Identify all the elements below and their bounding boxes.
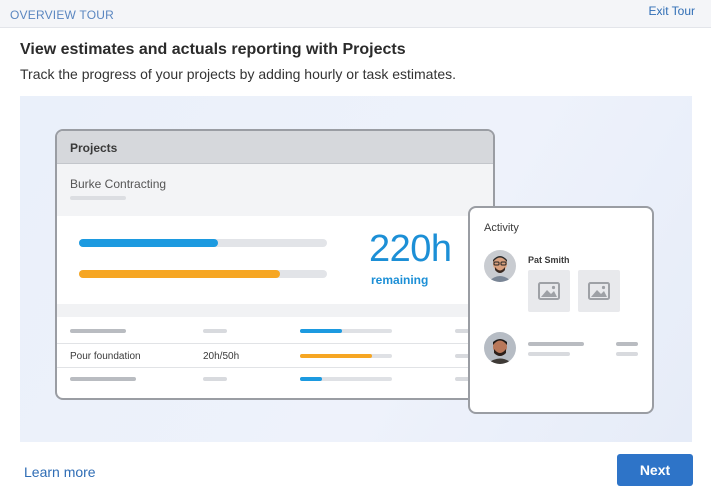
client-name: Burke Contracting [70,177,167,191]
task-placeholder [70,329,126,333]
hours-progress-fill [79,239,218,247]
task-name: Pour foundation [70,351,141,362]
budget-progress-track [79,270,327,278]
activity-card-title: Activity [484,222,519,234]
task-progress-track [300,354,392,358]
activity-user-name: Pat Smith [528,255,570,265]
hours-placeholder [203,329,227,333]
projects-card: Projects Burke Contracting 220h remainin… [55,129,495,400]
task-placeholder [70,377,136,381]
task-progress-fill [300,354,372,358]
tour-label: OVERVIEW TOUR [10,8,114,22]
projects-card-header: Projects [57,131,493,164]
image-placeholder-icon [578,270,620,312]
remaining-hours-value: 220h [369,228,452,270]
projects-card-title: Projects [70,141,118,155]
client-placeholder-line [70,196,126,200]
tour-topbar: OVERVIEW TOUR Exit Tour [0,0,711,28]
hours-placeholder [203,377,227,381]
task-hours: 20h/50h [203,351,240,362]
avatar [484,250,516,282]
activity-placeholder-line [616,352,638,356]
hours-progress-track [79,239,327,247]
exit-tour-link[interactable]: Exit Tour [649,4,695,18]
task-progress-track [300,329,392,333]
next-button[interactable]: Next [617,454,693,486]
remaining-hours-label: remaining [371,273,429,287]
budget-progress-fill [79,270,280,278]
activity-placeholder-line [528,342,584,346]
task-progress-fill [300,329,343,333]
row-divider [57,343,493,344]
illustration-area: Projects Burke Contracting 220h remainin… [20,96,692,442]
activity-placeholder-line [616,342,638,346]
client-section: Burke Contracting [57,164,493,216]
task-progress-track [300,377,392,381]
table-header-divider [57,304,493,317]
avatar [484,332,516,364]
learn-more-link[interactable]: Learn more [24,464,96,480]
row-divider [57,367,493,368]
activity-placeholder-line [528,352,570,356]
activity-card: Activity Pat Smith [468,206,654,414]
tour-step-title: View estimates and actuals reporting wit… [20,41,406,58]
task-progress-fill [300,377,323,381]
image-placeholder-icon [528,270,570,312]
tour-step-description: Track the progress of your projects by a… [20,66,457,82]
